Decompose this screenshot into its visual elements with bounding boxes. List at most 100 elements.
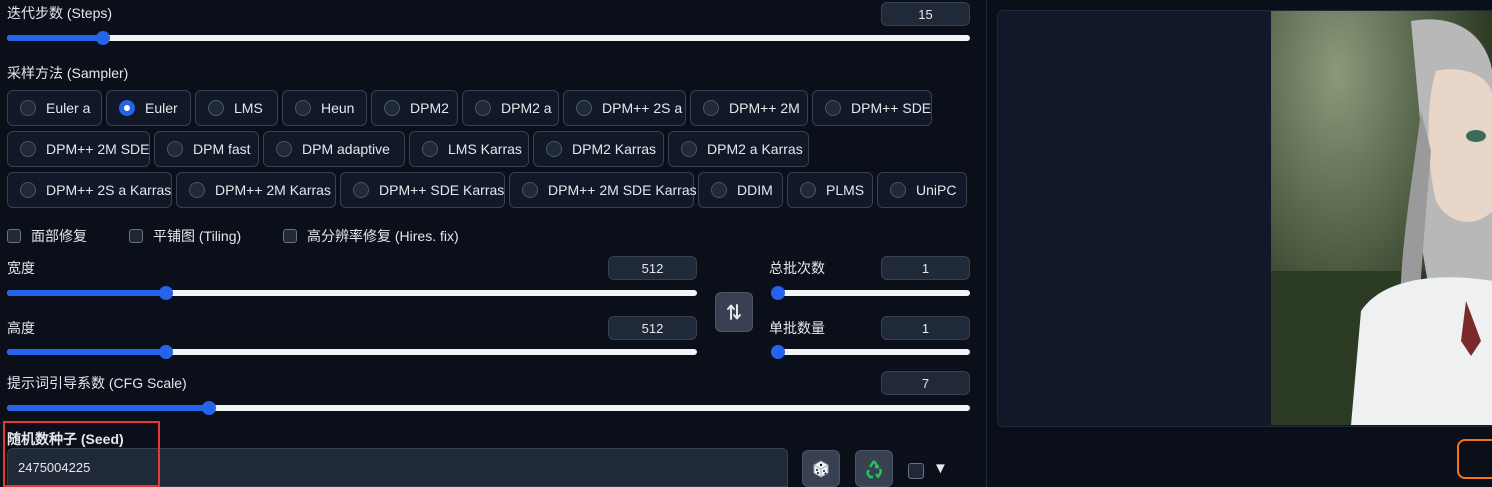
radio-circle[interactable] [384,100,400,116]
sampler-option[interactable]: DPM++ SDE Karras [340,172,505,208]
radio-circle[interactable] [20,141,36,157]
generated-image[interactable] [1271,11,1492,425]
sampler-option-label: DDIM [737,182,773,198]
sampler-option[interactable]: DPM fast [154,131,259,167]
reuse-seed-button[interactable] [855,450,893,487]
radio-circle[interactable] [522,182,538,198]
tiling-label: 平铺图 (Tiling) [153,228,242,244]
batch-size-input[interactable]: 1 [881,316,970,340]
sampler-option-label: DPM++ 2S a Karras [46,182,172,198]
height-input[interactable]: 512 [608,316,697,340]
sampler-option-label: DPM++ 2M [729,100,800,116]
hires-fix-checkbox[interactable]: 高分辨率修复 (Hires. fix) [283,226,459,246]
extra-seed-checkbox[interactable] [908,463,924,479]
generate-button-edge[interactable] [1457,439,1492,479]
sampler-option[interactable]: DPM adaptive [263,131,405,167]
cfg-slider[interactable] [7,401,970,415]
radio-circle[interactable] [711,182,727,198]
cfg-input[interactable]: 7 [881,371,970,395]
sampler-option[interactable]: DPM++ 2S a [563,90,686,126]
radio-circle[interactable] [546,141,562,157]
sampler-option[interactable]: Euler [106,90,191,126]
radio-circle[interactable] [167,141,183,157]
height-slider[interactable] [7,345,697,359]
radio-circle[interactable] [475,100,491,116]
sampler-option[interactable]: UniPC [877,172,967,208]
extra-seed-toggle-icon[interactable]: ▼ [933,460,948,477]
cfg-label: 提示词引导系数 (CFG Scale) [7,375,187,391]
output-panel [986,0,1492,487]
checkbox-box[interactable] [129,229,143,243]
steps-slider[interactable] [7,31,970,45]
sampler-option[interactable]: Heun [282,90,367,126]
dice-icon [813,459,829,478]
radio-circle[interactable] [422,141,438,157]
sampler-option[interactable]: PLMS [787,172,873,208]
sampler-option-label: Euler [145,100,178,116]
radio-circle[interactable] [703,100,719,116]
width-label: 宽度 [7,260,35,276]
radio-circle[interactable] [576,100,592,116]
face-restore-checkbox[interactable]: 面部修复 [7,226,87,246]
swap-dimensions-button[interactable] [715,292,753,332]
sampler-option[interactable]: DDIM [698,172,783,208]
sampler-option[interactable]: LMS [195,90,278,126]
random-seed-button[interactable] [802,450,840,487]
radio-circle[interactable] [20,182,36,198]
sampler-option[interactable]: DPM2 Karras [533,131,664,167]
sampler-option-label: DPM2 a Karras [707,141,803,157]
radio-circle[interactable] [189,182,205,198]
sampler-option-label: DPM adaptive [302,141,390,157]
radio-circle[interactable] [825,100,841,116]
sampler-option-label: DPM++ 2M SDE Karras [548,182,697,198]
tiling-checkbox[interactable]: 平铺图 (Tiling) [129,226,241,246]
sampler-option[interactable]: DPM++ 2M SDE [7,131,150,167]
width-slider-thumb[interactable] [158,286,173,300]
radio-circle[interactable] [353,182,369,198]
sampler-option-label: DPM++ SDE Karras [379,182,505,198]
steps-slider-thumb[interactable] [96,31,111,45]
radio-circle[interactable] [20,100,36,116]
sampler-option[interactable]: LMS Karras [409,131,529,167]
radio-circle[interactable] [276,141,292,157]
sampler-option-label: DPM fast [193,141,251,157]
height-slider-thumb[interactable] [158,345,173,359]
sampler-option-label: DPM++ 2M Karras [215,182,331,198]
sampler-option-label: DPM++ 2S a [602,100,683,116]
hires-fix-label: 高分辨率修复 (Hires. fix) [307,228,459,244]
sampler-option-label: LMS [234,100,263,116]
sampler-option[interactable]: DPM2 a [462,90,559,126]
checkbox-box[interactable] [7,229,21,243]
sampler-option-label: LMS Karras [448,141,522,157]
sampler-option[interactable]: DPM++ 2M Karras [176,172,336,208]
batch-count-slider-thumb[interactable] [771,286,785,300]
steps-input[interactable]: 15 [881,2,970,26]
batch-count-label: 总批次数 [769,260,825,276]
batch-count-slider[interactable] [771,286,970,300]
sampler-option[interactable]: DPM++ 2S a Karras [7,172,172,208]
radio-circle[interactable] [295,100,311,116]
radio-circle[interactable] [208,100,224,116]
sampler-option[interactable]: DPM++ 2M SDE Karras [509,172,697,208]
sampler-option-label: Heun [321,100,355,116]
sampler-option[interactable]: DPM2 [371,90,458,126]
radio-circle[interactable] [681,141,697,157]
steps-label: 迭代步数 (Steps) [7,5,113,21]
sampler-option[interactable]: DPM++ SDE [812,90,932,126]
batch-size-slider[interactable] [771,345,970,359]
radio-circle[interactable] [800,182,816,198]
checkbox-box[interactable] [283,229,297,243]
sampler-option[interactable]: DPM2 a Karras [668,131,809,167]
sampler-label: 采样方法 (Sampler) [7,65,129,81]
batch-size-slider-thumb[interactable] [771,345,785,359]
width-input[interactable]: 512 [608,256,697,280]
batch-count-input[interactable]: 1 [881,256,970,280]
swap-vertical-arrows-icon [727,304,741,320]
radio-circle[interactable] [119,100,135,116]
sampler-option[interactable]: Euler a [7,90,102,126]
width-slider[interactable] [7,286,697,300]
sampler-option[interactable]: DPM++ 2M [690,90,808,126]
cfg-slider-thumb[interactable] [202,401,217,415]
sampler-option-label: DPM++ SDE [851,100,932,116]
radio-circle[interactable] [890,182,906,198]
